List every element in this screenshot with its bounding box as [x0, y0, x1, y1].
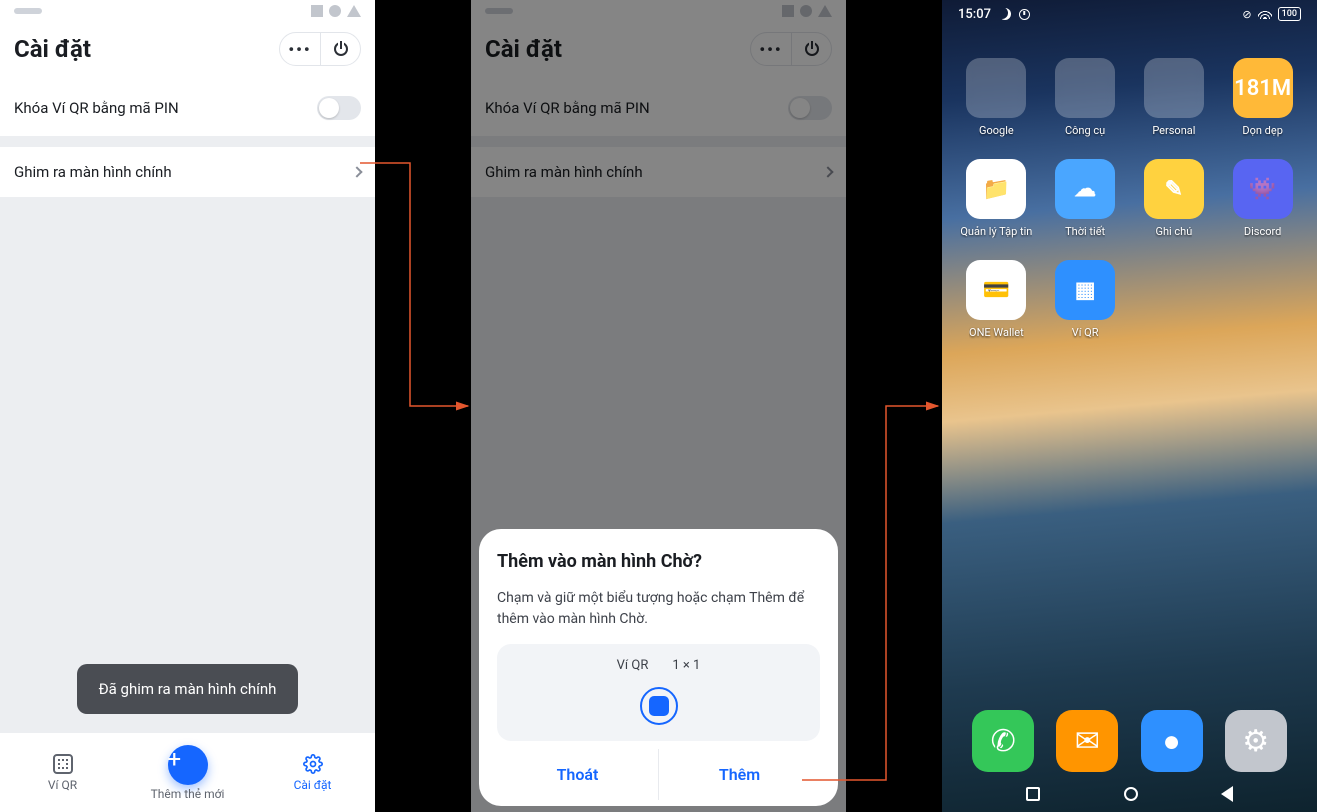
- app-google[interactable]: Google: [956, 58, 1036, 137]
- app-dọn-dẹp[interactable]: 181M Dọn dẹp: [1223, 58, 1303, 137]
- app-icon: 👾: [1233, 159, 1293, 219]
- header: Cài đặt •••: [0, 22, 375, 80]
- app-label: Thời tiết: [1065, 225, 1105, 238]
- tab-add-card[interactable]: + Thêm thẻ mới: [125, 733, 250, 812]
- toast-text: Đã ghim ra màn hình chính: [99, 680, 277, 698]
- toast: Đã ghim ra màn hình chính: [0, 664, 375, 714]
- app-quản-lý-tập-tin[interactable]: 📁 Quản lý Tập tin: [956, 159, 1036, 238]
- wifi-icon: [1258, 9, 1272, 19]
- more-button[interactable]: •••: [280, 33, 320, 65]
- tab-label: Cài đặt: [294, 778, 332, 792]
- app-label: Quản lý Tập tin: [960, 225, 1032, 238]
- app-one-wallet[interactable]: 💳 ONE Wallet: [956, 260, 1036, 339]
- dnd-icon: [999, 8, 1011, 20]
- status-bar: 15:07 ⊘ 100: [942, 0, 1317, 28]
- more-icon: •••: [288, 40, 311, 59]
- widget-size: 1 × 1: [672, 658, 700, 673]
- power-button[interactable]: [320, 33, 360, 65]
- app-label: Discord: [1244, 225, 1281, 238]
- app-ghi-chú[interactable]: ✎ Ghi chú: [1134, 159, 1214, 238]
- gear-icon: [303, 754, 323, 774]
- folder-icon: [1055, 58, 1115, 118]
- widget-icon: [640, 687, 678, 725]
- plus-icon: +: [168, 745, 208, 785]
- dock: ✆ ✉ ● ⚙: [942, 710, 1317, 772]
- status-bar: [0, 0, 375, 22]
- app-thời-tiết[interactable]: ☁ Thời tiết: [1045, 159, 1125, 238]
- chevron-right-icon: [351, 166, 362, 177]
- app-label: Ví QR: [1072, 326, 1099, 339]
- dock-app-phone[interactable]: ✆: [972, 710, 1034, 772]
- app-grid: Google Công cụ Personal 181M Dọn dẹp 📁 Quản lý…: [942, 58, 1317, 339]
- dialog-title: Thêm vào màn hình Chờ?: [497, 551, 820, 572]
- app-icon: 💳: [966, 260, 1026, 320]
- app-label: Ghi chú: [1155, 225, 1192, 238]
- app-label: ONE Wallet: [969, 326, 1024, 339]
- app-label: Công cụ: [1065, 124, 1105, 137]
- tab-settings[interactable]: Cài đặt: [250, 733, 375, 812]
- app-icon: ☁: [1055, 159, 1115, 219]
- folder-icon: [1144, 58, 1204, 118]
- phone-screen-2: Cài đặt ••• Khóa Ví QR bằng mã PIN Ghim …: [471, 0, 846, 812]
- dock-app-messages[interactable]: ✉: [1056, 710, 1118, 772]
- app-icon: 181M: [1233, 58, 1293, 118]
- app-công-cụ[interactable]: Công cụ: [1045, 58, 1125, 137]
- row-pin-home[interactable]: Ghim ra màn hình chính: [0, 146, 375, 197]
- row-label: Ghim ra màn hình chính: [14, 163, 172, 181]
- qr-icon: [53, 754, 73, 774]
- phone-screen-3-home: 15:07 ⊘ 100 Google Công cụ Personal 181M Dọn…: [942, 0, 1317, 812]
- row-label: Khóa Ví QR bằng mã PIN: [14, 99, 179, 117]
- row-lock-pin[interactable]: Khóa Ví QR bằng mã PIN: [0, 80, 375, 136]
- back-button[interactable]: [1221, 786, 1233, 802]
- app-icon: ✎: [1144, 159, 1204, 219]
- tab-label: Ví QR: [48, 778, 77, 792]
- home-button[interactable]: [1124, 787, 1138, 801]
- alarm-icon: [1019, 9, 1030, 20]
- tab-bar: Ví QR + Thêm thẻ mới Cài đặt: [0, 732, 375, 812]
- dock-app-browser[interactable]: ●: [1141, 710, 1203, 772]
- header-actions: •••: [279, 32, 361, 66]
- app-icon: 📁: [966, 159, 1026, 219]
- battery-indicator: 100: [1278, 7, 1301, 21]
- add-widget-dialog: Thêm vào màn hình Chờ? Chạm và giữ một b…: [479, 529, 838, 806]
- app-label: Dọn dẹp: [1242, 124, 1283, 137]
- cancel-button[interactable]: Thoát: [497, 749, 658, 800]
- power-icon: [334, 42, 348, 56]
- widget-preview[interactable]: Ví QR 1 × 1: [497, 644, 820, 741]
- widget-name: Ví QR: [617, 658, 649, 673]
- nav-bar: [942, 776, 1317, 812]
- app-label: Personal: [1152, 124, 1195, 137]
- tab-label: Thêm thẻ mới: [151, 787, 225, 801]
- app-discord[interactable]: 👾 Discord: [1223, 159, 1303, 238]
- app-label: Google: [979, 124, 1014, 137]
- page-title: Cài đặt: [14, 35, 91, 63]
- dock-app-settings[interactable]: ⚙: [1225, 710, 1287, 772]
- confirm-button[interactable]: Thêm: [658, 749, 820, 800]
- phone-screen-1: Cài đặt ••• Khóa Ví QR bằng mã PIN Ghim …: [0, 0, 375, 812]
- toggle-off[interactable]: [317, 96, 361, 120]
- app-icon: ▦: [1055, 260, 1115, 320]
- tab-wallet[interactable]: Ví QR: [0, 733, 125, 812]
- folder-icon: [966, 58, 1026, 118]
- recents-button[interactable]: [1026, 787, 1040, 801]
- app-personal[interactable]: Personal: [1134, 58, 1214, 137]
- dialog-body: Chạm và giữ một biểu tượng hoặc chạm Thê…: [497, 588, 820, 630]
- no-sim-icon: ⊘: [1242, 8, 1251, 21]
- app-ví-qr[interactable]: ▦ Ví QR: [1045, 260, 1125, 339]
- clock: 15:07: [958, 7, 991, 22]
- dialog-actions: Thoát Thêm: [497, 749, 820, 800]
